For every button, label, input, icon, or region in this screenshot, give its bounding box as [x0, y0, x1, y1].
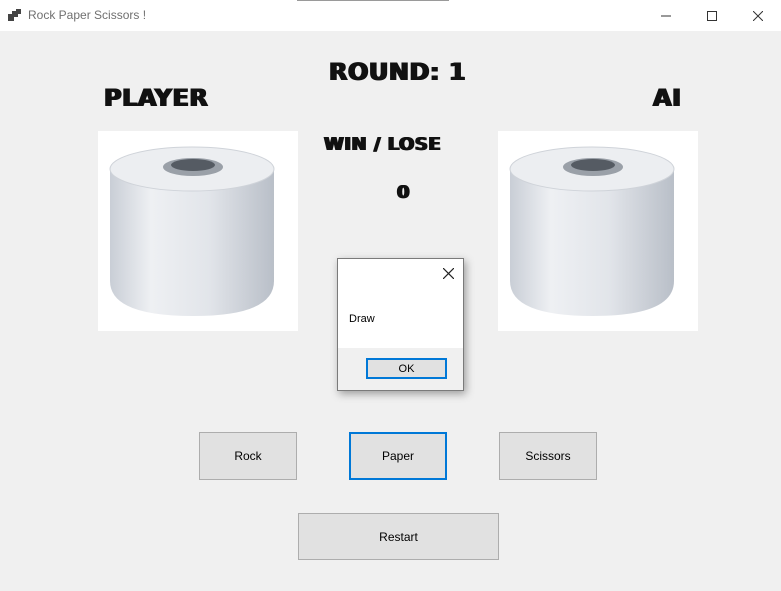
win-lose-label: WIN / LOSE [324, 134, 442, 155]
result-dialog: Draw OK [337, 258, 464, 391]
minimize-icon [661, 15, 671, 16]
player-label: PLAYER [104, 84, 209, 112]
paper-button[interactable]: Paper [349, 432, 447, 480]
round-label: ROUND: 1 [329, 58, 467, 86]
dialog-close-button[interactable] [438, 263, 458, 283]
ai-label: AI [653, 84, 682, 112]
score-value: 0 [397, 182, 411, 203]
maximize-button[interactable] [689, 0, 735, 31]
dialog-footer: OK [338, 348, 463, 390]
minimize-button[interactable] [643, 0, 689, 31]
dialog-message: Draw [349, 313, 375, 325]
ai-choice-image [498, 131, 698, 331]
close-icon [442, 267, 454, 279]
maximize-icon [707, 10, 717, 21]
scissors-button[interactable]: Scissors [499, 432, 597, 480]
toilet-paper-roll-icon [109, 146, 275, 316]
close-icon [753, 10, 763, 21]
close-button[interactable] [735, 0, 781, 31]
window-title: Rock Paper Scissors ! [28, 8, 147, 22]
title-divider [297, 0, 449, 1]
app-icon [8, 9, 21, 21]
ok-button[interactable]: OK [366, 358, 447, 379]
title-bar: Rock Paper Scissors ! [0, 0, 781, 31]
toilet-paper-roll-icon [509, 146, 675, 316]
rock-button[interactable]: Rock [199, 432, 297, 480]
player-choice-image [98, 131, 298, 331]
restart-button[interactable]: Restart [298, 513, 499, 560]
